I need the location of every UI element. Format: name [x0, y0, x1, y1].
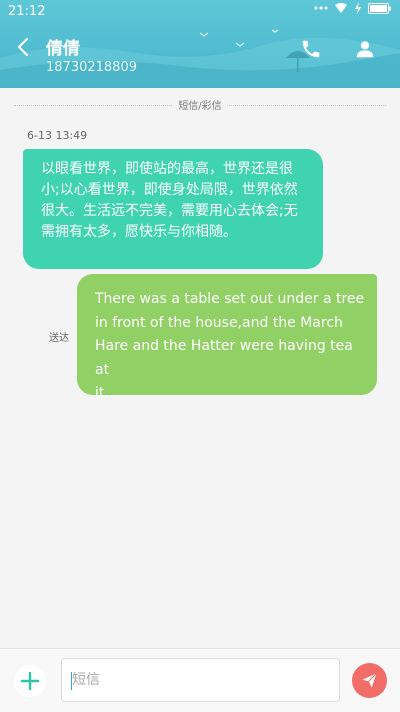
incoming-message-bubble[interactable]: 以眼看世界，即使站的最高，世界还是很 小;以心看世界，即使身处局限，世界依然 很…: [23, 149, 323, 269]
person-icon[interactable]: [354, 38, 376, 60]
wifi-icon: [335, 3, 347, 13]
status-bar: 21:12: [0, 0, 400, 24]
message-composer: [0, 648, 400, 712]
message-line: Hare and the Hatter were having tea at: [95, 338, 353, 378]
conversation-header: 21:12 倩倩 18730218809: [0, 0, 400, 88]
contact-number: 18730218809: [46, 60, 137, 75]
message-line: 很大。生活远不完美，需要用心去体会;无: [41, 203, 298, 219]
text-cursor: [71, 672, 72, 690]
phone-icon[interactable]: [300, 38, 322, 60]
plus-icon: [20, 671, 40, 691]
send-button[interactable]: [352, 663, 387, 698]
outgoing-message-bubble[interactable]: There was a table set out under a tree i…: [77, 274, 377, 401]
message-input[interactable]: [61, 658, 340, 702]
signal-dots-icon: [314, 6, 328, 10]
channel-label: 短信/彩信: [172, 97, 228, 112]
back-arrow-icon[interactable]: [14, 36, 34, 58]
message-timestamp: 6-13 13:49: [27, 129, 88, 142]
add-attachment-button[interactable]: [14, 665, 46, 697]
channel-divider: 短信/彩信: [0, 96, 400, 116]
delivery-status: 送达: [49, 333, 69, 344]
contact-name: 倩倩: [46, 39, 80, 59]
message-line: in front of the house,and the March: [95, 314, 343, 331]
charging-icon: [355, 2, 361, 14]
status-icons: [314, 2, 392, 14]
message-line: 以眼看世界，即使站的最高，世界还是很: [41, 161, 293, 177]
battery-icon: [368, 2, 391, 14]
send-icon: [362, 673, 377, 688]
message-line: 需拥有太多，愿快乐与你相随。: [41, 224, 237, 240]
status-time: 21:12: [8, 4, 46, 19]
message-line: it.: [95, 385, 109, 401]
message-line: 小;以心看世界，即使身处局限，世界依然: [41, 182, 298, 198]
message-line: There was a table set out under a tree: [95, 291, 365, 307]
